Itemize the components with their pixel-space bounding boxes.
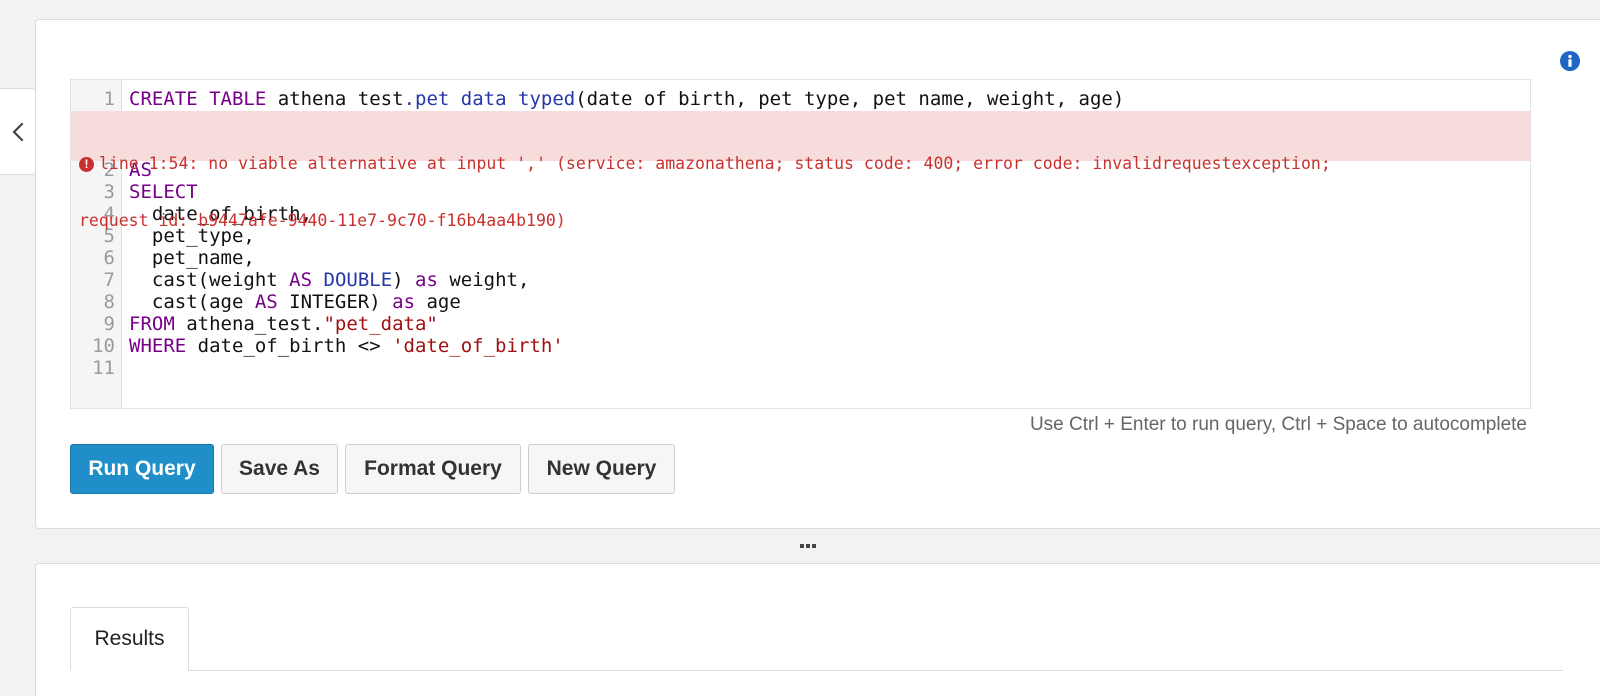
exclamation-circle-icon: ! bbox=[79, 157, 94, 172]
sql-editor[interactable]: ! line 1:54: no viable alternative at inp… bbox=[70, 79, 1531, 409]
error-message: ! line 1:54: no viable alternative at inp… bbox=[71, 111, 1530, 230]
code-line[interactable]: 7 cast(weight AS DOUBLE) as weight, bbox=[71, 269, 1530, 291]
code-token: (date of birth, pet type, pet name, weig… bbox=[575, 88, 1125, 110]
code-text: CREATE TABLE athena test.pet data typed(… bbox=[129, 88, 1124, 110]
line-number: 10 bbox=[92, 335, 115, 357]
code-token: date_of_birth <> bbox=[186, 335, 393, 357]
results-panel bbox=[35, 563, 1600, 696]
code-text: cast(age AS INTEGER) as age bbox=[129, 291, 461, 313]
collapse-sidebar-button[interactable] bbox=[0, 88, 36, 175]
code-text: cast(weight AS DOUBLE) as weight, bbox=[129, 269, 530, 291]
code-line[interactable]: 9 FROM athena_test."pet_data" bbox=[71, 313, 1530, 335]
code-token: INTEGER) bbox=[277, 291, 393, 313]
code-token: 'date_of_birth' bbox=[392, 335, 564, 357]
code-line[interactable]: 10 WHERE date_of_birth <> 'date_of_birth' bbox=[71, 335, 1530, 357]
code-line[interactable]: 8 cast(age AS INTEGER) as age bbox=[71, 291, 1530, 313]
code-token: TABLE bbox=[209, 88, 267, 110]
code-line[interactable]: 11 bbox=[71, 357, 1530, 379]
code-text: FROM athena_test."pet_data" bbox=[129, 313, 438, 335]
code-token: athena test bbox=[266, 88, 404, 110]
code-token: data bbox=[460, 88, 507, 110]
code-token: typed bbox=[518, 88, 576, 110]
code-token: AS bbox=[254, 291, 278, 313]
code-token: CREATE bbox=[129, 88, 198, 110]
save-as-button[interactable]: Save As bbox=[221, 444, 338, 494]
code-token: cast(age bbox=[129, 291, 255, 313]
error-text-line-1: line 1:54: no viable alternative at inpu… bbox=[99, 154, 1331, 173]
format-query-button[interactable]: Format Query bbox=[345, 444, 521, 494]
code-token: athena_test. bbox=[174, 313, 324, 335]
info-icon[interactable] bbox=[1560, 51, 1580, 71]
code-token: age bbox=[415, 291, 461, 313]
tab-bar-divider bbox=[70, 670, 1563, 671]
code-token: as bbox=[392, 291, 416, 313]
code-token: WHERE bbox=[129, 335, 187, 357]
code-token: ) bbox=[392, 269, 416, 291]
code-token: DOUBLE bbox=[323, 269, 393, 291]
line-number: 8 bbox=[103, 291, 115, 313]
new-query-button[interactable]: New Query bbox=[528, 444, 675, 494]
code-line[interactable]: 1 CREATE TABLE athena test.pet data typed… bbox=[71, 88, 1530, 110]
error-text-line-2: request id: b9447afe-9440-11e7-9c70-f16b… bbox=[79, 211, 566, 230]
chevron-left-icon bbox=[12, 122, 23, 141]
line-number: 7 bbox=[103, 269, 115, 291]
code-token: FROM bbox=[129, 313, 175, 335]
tab-results[interactable]: Results bbox=[70, 607, 189, 671]
code-token: AS bbox=[289, 269, 313, 291]
tab-results-label: Results bbox=[94, 627, 165, 650]
code-token: .pet bbox=[403, 88, 450, 110]
line-number: 1 bbox=[103, 88, 115, 110]
editor-shortcut-hint: Use Ctrl + Enter to run query, Ctrl + Sp… bbox=[1029, 414, 1527, 435]
code-text: WHERE date_of_birth <> 'date_of_birth' bbox=[129, 335, 564, 357]
line-number: 9 bbox=[103, 313, 115, 335]
code-token: weight, bbox=[437, 269, 530, 291]
run-query-button[interactable]: Run Query bbox=[70, 444, 214, 494]
code-token: cast(weight bbox=[129, 269, 290, 291]
drag-handle-icon[interactable] bbox=[800, 544, 816, 548]
code-token: "pet_data" bbox=[323, 313, 438, 335]
line-number: 11 bbox=[92, 357, 115, 379]
code-token: as bbox=[415, 269, 438, 291]
